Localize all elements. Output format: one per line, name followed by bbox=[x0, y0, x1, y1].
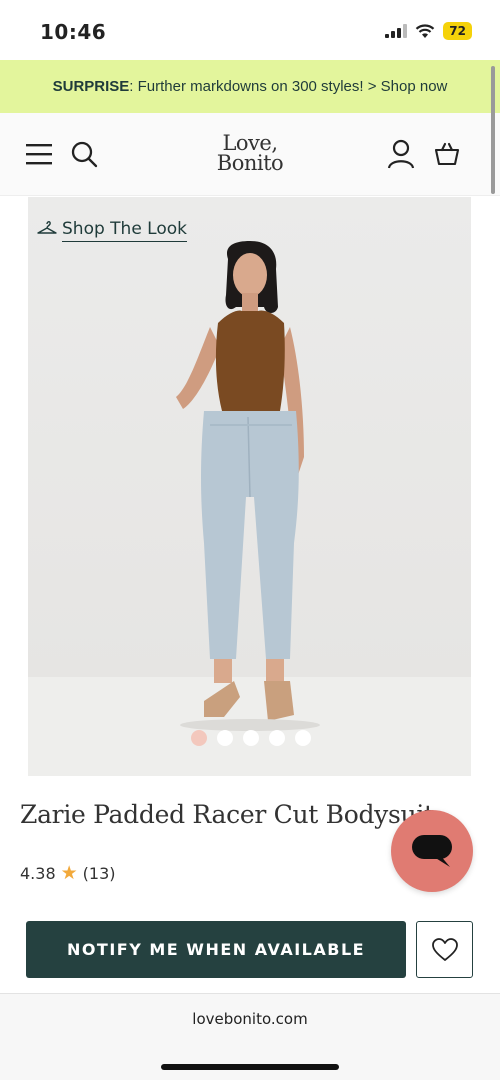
hamburger-icon bbox=[26, 144, 52, 165]
logo-line1: Love, bbox=[222, 131, 278, 155]
carousel-dot[interactable] bbox=[217, 730, 233, 746]
carousel-dot[interactable] bbox=[295, 730, 311, 746]
wifi-icon bbox=[416, 23, 435, 38]
review-count: (13) bbox=[82, 863, 116, 883]
address-bar-url[interactable]: lovebonito.com bbox=[0, 1010, 500, 1028]
logo-line2: Bonito bbox=[216, 151, 284, 175]
carousel-dot[interactable] bbox=[191, 730, 207, 746]
menu-button[interactable] bbox=[24, 139, 54, 169]
promo-text: : Further markdowns on 300 styles! > Sho… bbox=[129, 78, 448, 95]
star-icon: ★ bbox=[60, 862, 78, 884]
browser-bottom-bar: lovebonito.com bbox=[0, 993, 500, 1080]
promo-banner[interactable]: SURPRISE: Further markdowns on 300 style… bbox=[0, 60, 500, 113]
home-indicator bbox=[161, 1064, 339, 1070]
chat-button[interactable] bbox=[391, 810, 473, 892]
cart-button[interactable] bbox=[432, 139, 462, 169]
brand-logo[interactable]: Love, Bonito bbox=[205, 131, 295, 175]
carousel-dot[interactable] bbox=[243, 730, 259, 746]
battery-indicator: 72 bbox=[443, 22, 472, 40]
promo-highlight: SURPRISE bbox=[52, 78, 130, 95]
product-title: Zarie Padded Racer Cut Bodysuit bbox=[20, 800, 434, 829]
product-photo bbox=[176, 241, 320, 731]
site-header: Love, Bonito bbox=[0, 113, 500, 196]
carousel-dot[interactable] bbox=[269, 730, 285, 746]
notify-me-button[interactable]: NOTIFY ME WHEN AVAILABLE bbox=[26, 921, 406, 978]
wishlist-button[interactable] bbox=[416, 921, 473, 978]
shop-the-look-label: Shop The Look bbox=[62, 219, 188, 242]
product-rating[interactable]: 4.38 ★ (13) bbox=[20, 862, 116, 884]
signal-icon bbox=[385, 24, 408, 38]
product-image-carousel[interactable]: Shop The Look bbox=[28, 197, 471, 776]
status-bar: 10:46 72 bbox=[0, 0, 500, 60]
heart-icon bbox=[431, 937, 458, 961]
status-icons: 72 bbox=[385, 22, 472, 40]
account-button[interactable] bbox=[386, 139, 416, 169]
search-icon bbox=[71, 141, 98, 168]
carousel-dots bbox=[191, 730, 311, 746]
hanger-icon bbox=[37, 221, 57, 234]
chat-bubble-icon bbox=[412, 835, 452, 867]
shopping-bag-icon bbox=[434, 142, 460, 166]
shop-the-look-link[interactable]: Shop The Look bbox=[36, 219, 188, 242]
user-icon bbox=[387, 139, 415, 169]
status-time: 10:46 bbox=[40, 20, 107, 44]
page-scrollbar[interactable] bbox=[491, 66, 495, 194]
search-button[interactable] bbox=[69, 139, 99, 169]
rating-value: 4.38 bbox=[20, 863, 56, 883]
